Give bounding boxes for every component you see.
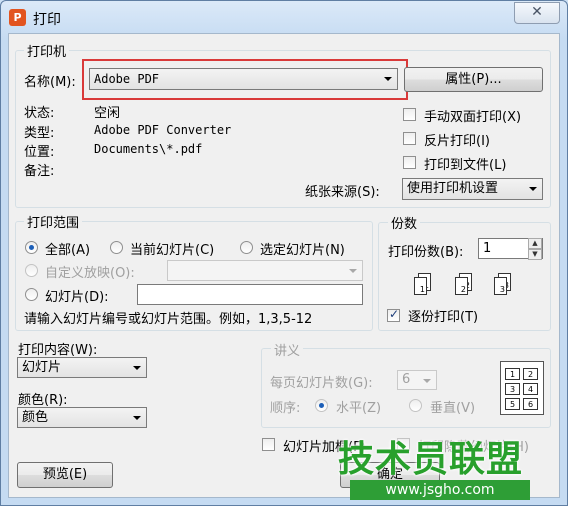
chevron-down-icon	[529, 187, 537, 191]
order-horizontal-label[interactable]: 水平(Z)	[336, 397, 381, 416]
where-label: 位置:	[24, 145, 55, 160]
comment-label: 备注:	[24, 164, 55, 179]
handout-cell: 5	[505, 398, 520, 410]
watermark-brand: 技术员联盟	[338, 439, 524, 480]
handout-cell: 4	[523, 383, 538, 395]
print-to-file-label[interactable]: 打印到文件(L)	[424, 154, 506, 173]
paper-source-select[interactable]: 使用打印机设置	[402, 178, 543, 200]
range-slides-label[interactable]: 幻灯片(D):	[45, 286, 109, 305]
handout-cell: 6	[523, 398, 538, 410]
print-what-select[interactable]: 幻灯片	[17, 357, 147, 378]
print-range-label: 打印范围	[24, 212, 83, 231]
print-what-value: 幻灯片	[22, 360, 62, 375]
collate-page: 1	[414, 277, 427, 295]
color-select[interactable]: 颜色	[17, 407, 147, 428]
per-page-label: 每页幻灯片数(G):	[270, 376, 373, 391]
title-bar: P 打印 ✕	[1, 1, 567, 35]
type-value: Adobe PDF Converter	[94, 123, 232, 137]
printer-group-label: 打印机	[24, 41, 70, 60]
range-selected-radio[interactable]	[240, 241, 253, 254]
spin-up-icon[interactable]: ▲	[528, 238, 542, 249]
chevron-down-icon	[133, 366, 141, 370]
status-label: 状态:	[24, 106, 55, 121]
manual-duplex-label[interactable]: 手动双面打印(X)	[424, 106, 521, 125]
range-custom-label[interactable]: 自定义放映(O):	[45, 262, 135, 281]
range-all-label[interactable]: 全部(A)	[45, 239, 90, 258]
dialog-title: 打印	[33, 12, 61, 28]
slides-input[interactable]	[137, 284, 363, 305]
where-value: Documents\*.pdf	[94, 142, 203, 156]
close-button[interactable]: ✕	[514, 2, 560, 24]
collate-label[interactable]: 逐份打印(T)	[408, 306, 478, 325]
preview-button[interactable]: 预览(E)	[17, 462, 113, 488]
print-to-file-checkbox[interactable]	[403, 156, 416, 169]
properties-button[interactable]: 属性(P)...	[404, 67, 543, 92]
range-slides-radio[interactable]	[25, 288, 38, 301]
copies-spinner[interactable]: ▲ ▼	[528, 238, 542, 260]
range-custom-radio[interactable]	[25, 264, 38, 277]
collate-page: 3	[494, 277, 507, 295]
printer-name-label: 名称(M):	[24, 75, 76, 90]
range-current-radio[interactable]	[110, 241, 123, 254]
per-page-select[interactable]: 6	[397, 370, 437, 390]
handout-cell: 3	[505, 383, 520, 395]
range-current-label[interactable]: 当前幻灯片(C)	[130, 239, 214, 258]
handouts-group-label: 讲义	[271, 340, 304, 359]
copies-group-label: 份数	[388, 213, 421, 232]
range-all-radio[interactable]	[25, 241, 38, 254]
order-vertical-label[interactable]: 垂直(V)	[430, 397, 475, 416]
reverse-print-label[interactable]: 反片打印(I)	[424, 130, 490, 149]
paper-source-value: 使用打印机设置	[407, 181, 499, 196]
frame-slides-checkbox[interactable]	[262, 438, 275, 451]
handout-cell: 2	[523, 368, 538, 380]
manual-duplex-checkbox[interactable]	[403, 108, 416, 121]
order-vertical-radio[interactable]	[409, 399, 422, 412]
range-hint: 请输入幻灯片编号或幻灯片范围。例如，1,3,5-12	[24, 312, 313, 327]
wps-logo-icon: P	[9, 9, 26, 26]
copies-count-value: 1	[483, 241, 492, 256]
collate-page: 2	[455, 277, 468, 295]
print-what-label: 打印内容(W):	[18, 343, 98, 358]
handout-grid-icon: 1 2 3 4 5 6	[500, 361, 544, 415]
color-label: 颜色(R):	[18, 393, 68, 408]
chevron-down-icon	[349, 269, 357, 273]
range-selected-label[interactable]: 选定幻灯片(N)	[260, 239, 345, 258]
status-value: 空闲	[94, 106, 121, 121]
handout-cell: 1	[505, 368, 520, 380]
watermark-url: www.jsgho.com	[350, 480, 530, 500]
chevron-down-icon	[423, 379, 431, 383]
order-horizontal-radio[interactable]	[315, 399, 328, 412]
per-page-value: 6	[402, 372, 411, 387]
reverse-print-checkbox[interactable]	[403, 132, 416, 145]
collate-checkbox[interactable]	[387, 307, 400, 322]
color-value: 颜色	[22, 410, 49, 425]
copies-count-label: 打印份数(B):	[388, 245, 464, 260]
custom-show-select[interactable]	[167, 260, 363, 281]
highlight-box	[82, 59, 408, 100]
chevron-down-icon	[133, 416, 141, 420]
order-label: 顺序:	[270, 401, 301, 416]
spin-down-icon[interactable]: ▼	[528, 249, 542, 260]
paper-source-label: 纸张来源(S):	[305, 185, 380, 200]
type-label: 类型:	[24, 126, 55, 141]
